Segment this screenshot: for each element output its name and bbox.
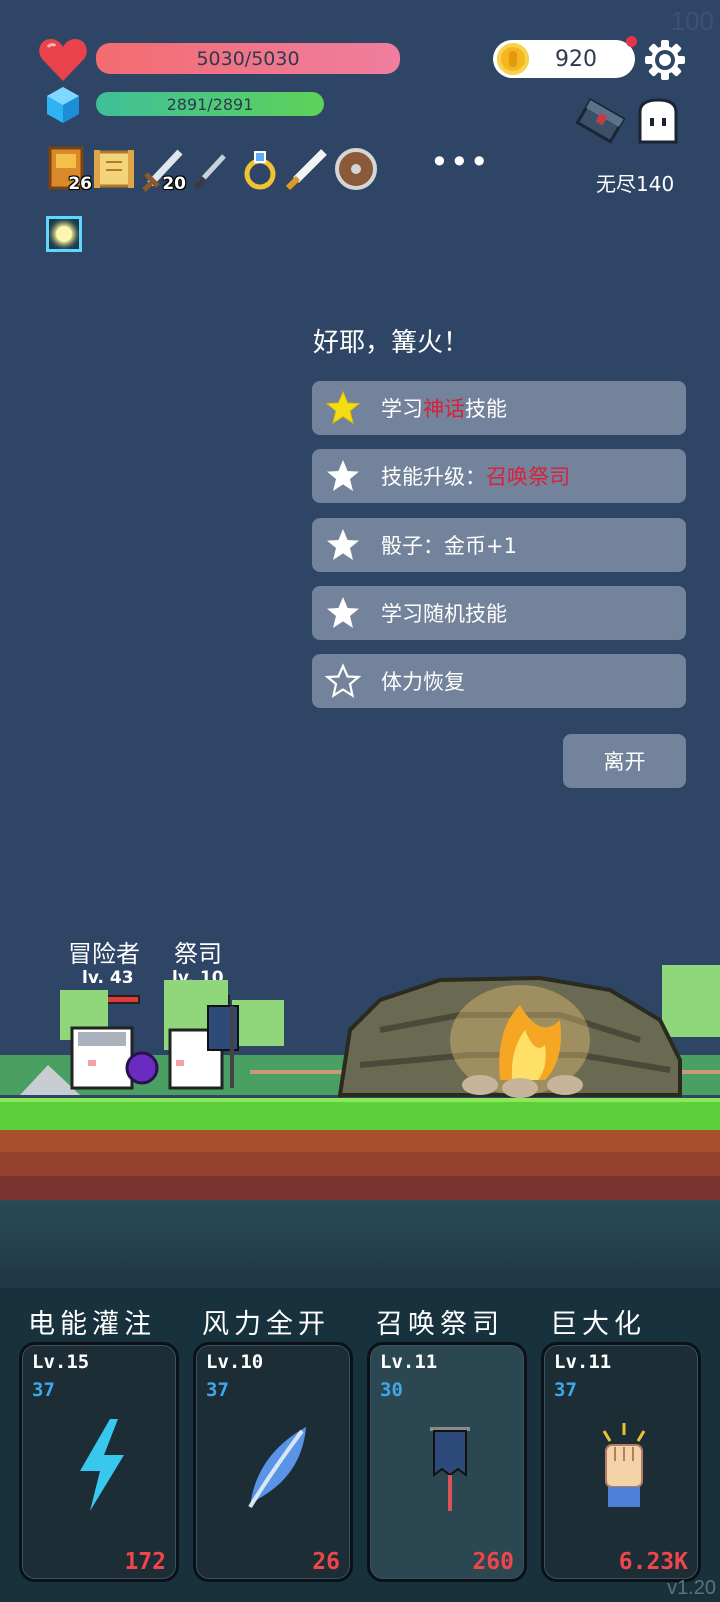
skill-name-electric: 电能灌注 [28, 1309, 156, 1340]
skill-level: Lv.10 [206, 1351, 264, 1373]
gold-counter[interactable]: 920 [493, 40, 635, 78]
campfire-sprite [337, 975, 682, 1098]
spellbook-item[interactable]: 26 [46, 146, 92, 194]
ring-icon [244, 151, 276, 190]
gear-icon[interactable] [644, 39, 686, 81]
campfire-scene [0, 965, 720, 1098]
feather-icon [248, 1427, 306, 1509]
skill-name-giant: 巨大化 [550, 1309, 646, 1340]
option-label: 体力恢复 [381, 670, 465, 694]
item-count: 20 [162, 174, 186, 194]
skill-name-wind: 风力全开 [202, 1309, 330, 1340]
short-sword-icon [285, 149, 327, 191]
lightbulb-buff-icon[interactable] [46, 216, 82, 252]
option-label: 骰子：金币+1 [381, 534, 517, 558]
gold-value: 920 [555, 46, 597, 72]
skill-cooldown: 37 [32, 1379, 55, 1401]
more-items-button[interactable]: ••• [430, 146, 490, 178]
fist-icon [602, 1423, 646, 1507]
mp-bar: 2891/2891 [96, 92, 324, 116]
option-highlight: 召唤祭司 [486, 465, 570, 489]
option-learn-mythic-skill[interactable]: 学习 神话 技能 [312, 381, 686, 435]
round-shield-item[interactable] [334, 146, 378, 192]
white-star-icon [327, 460, 359, 491]
skill-cooldown: 37 [554, 1379, 577, 1401]
option-highlight: 神话 [423, 397, 465, 421]
option-prefix: 技能升级： [381, 465, 486, 489]
skill-card-electric[interactable]: Lv.15 37 172 [19, 1342, 179, 1582]
item-count: 26 [68, 174, 92, 194]
scroll-icon [94, 150, 134, 188]
fps-counter: 100 [670, 6, 714, 36]
skill-card-giant[interactable]: Lv.11 37 6.23K [541, 1342, 701, 1582]
option-prefix: 学习 [381, 397, 423, 421]
white-star-icon [327, 529, 359, 560]
skill-cost: 172 [124, 1549, 166, 1575]
event-title: 好耶，篝火！ [313, 328, 470, 358]
dagger-icon [193, 154, 226, 190]
ghost-mode-icon[interactable] [634, 98, 682, 146]
skill-level: Lv.15 [32, 1351, 90, 1373]
scroll-item[interactable] [92, 146, 136, 192]
hp-text: 5030/5030 [196, 47, 300, 70]
lightning-icon [80, 1419, 124, 1511]
mana-crystal-icon [47, 87, 79, 123]
option-learn-random-skill[interactable]: 学习随机技能 [312, 586, 686, 640]
skill-card-summon[interactable]: Lv.11 30 260 [367, 1342, 527, 1582]
skill-cost: 260 [472, 1549, 514, 1575]
skill-cooldown: 30 [380, 1379, 403, 1401]
adventurer-sprite [70, 1026, 159, 1090]
short-sword-item[interactable] [284, 146, 328, 192]
notification-dot [626, 36, 637, 47]
option-suffix: 技能 [465, 397, 507, 421]
dirt-ground [0, 1130, 720, 1200]
option-skill-upgrade[interactable]: 技能升级： 召唤祭司 [312, 449, 686, 503]
banner-icon [430, 1427, 470, 1511]
dagger-item[interactable] [190, 146, 234, 192]
ring-item[interactable] [238, 146, 282, 192]
version-label: v1.20 [667, 1577, 716, 1599]
skill-cooldown: 37 [206, 1379, 229, 1401]
heart-icon [39, 39, 87, 81]
outline-star-icon [325, 663, 361, 698]
white-star-icon [327, 597, 359, 628]
skill-cost: 26 [312, 1549, 340, 1575]
mp-text: 2891/2891 [166, 94, 254, 114]
coin-icon [497, 43, 529, 75]
option-dice-gold[interactable]: 骰子：金币+1 [312, 518, 686, 572]
endless-mode-label: 无尽140 [596, 172, 675, 196]
treasure-chest-icon[interactable] [576, 96, 626, 144]
water-strip [0, 1200, 720, 1288]
grass-ground [0, 1098, 720, 1130]
sword-item[interactable]: 20 [140, 146, 186, 194]
skill-cost: 6.23K [618, 1549, 688, 1575]
leave-button[interactable]: 离开 [563, 734, 686, 788]
hp-bar: 5030/5030 [96, 43, 400, 74]
option-label: 学习随机技能 [381, 602, 507, 626]
skill-name-summon: 召唤祭司 [376, 1309, 504, 1340]
option-stamina-recovery[interactable]: 体力恢复 [312, 654, 686, 708]
skill-card-wind[interactable]: Lv.10 37 26 [193, 1342, 353, 1582]
skill-level: Lv.11 [380, 1351, 438, 1373]
round-shield-icon [335, 148, 377, 190]
skill-level: Lv.11 [554, 1351, 612, 1373]
gold-star-icon [325, 390, 361, 425]
